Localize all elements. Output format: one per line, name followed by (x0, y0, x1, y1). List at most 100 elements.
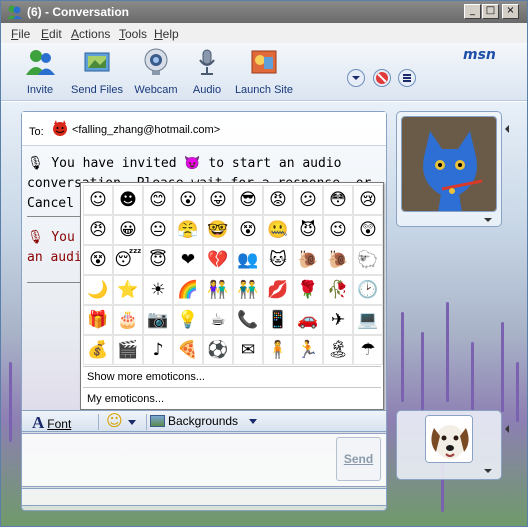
webcam-button[interactable]: Webcam (133, 47, 179, 96)
emoticon-cell[interactable]: 😳 (323, 185, 353, 215)
emoticon-cell[interactable]: 🐌 (293, 245, 323, 275)
emoticon-cell[interactable]: 🍕 (173, 335, 203, 365)
menu-actions[interactable]: Actions (71, 27, 110, 41)
contact-list-button[interactable] (398, 69, 416, 87)
menu-bar: File Edit Actions Tools Help (1, 23, 527, 43)
emoticon-cell[interactable]: 😛 (203, 185, 233, 215)
emoticon-cell[interactable]: 📞 (233, 305, 263, 335)
send-files-button[interactable]: Send Files (69, 47, 125, 96)
emoticon-cell[interactable]: 😎 (233, 185, 263, 215)
emoticon-cell[interactable]: 💔 (203, 245, 233, 275)
backgrounds-button[interactable]: Backgrounds (150, 414, 258, 428)
chevron-down-icon[interactable] (484, 469, 492, 473)
emoticon-cell[interactable]: ✈ (323, 305, 353, 335)
emoticon-cell[interactable]: 📷 (143, 305, 173, 335)
recipient-email[interactable]: <falling_zhang@hotmail.com> (72, 124, 220, 136)
emoticon-cell[interactable]: ✉ (233, 335, 263, 365)
emoticon-cell[interactable]: 😉 (323, 215, 353, 245)
emoticon-button[interactable]: ☺ (104, 411, 142, 430)
emoticon-cell[interactable]: 😲 (353, 215, 383, 245)
emoticon-cell[interactable]: 🤓 (203, 215, 233, 245)
emoticon-cell[interactable]: ☂ (353, 335, 383, 365)
emoticon-cell[interactable]: 😵 (233, 215, 263, 245)
emoticon-cell[interactable]: 👥 (233, 245, 263, 275)
emoticon-cell[interactable]: 🐑 (353, 245, 383, 275)
menu-tools[interactable]: Tools (119, 27, 147, 41)
emoticon-cell[interactable]: ⚽ (203, 335, 233, 365)
audio-button[interactable]: Audio (189, 47, 225, 96)
emoticon-cell[interactable]: ☀ (143, 275, 173, 305)
emoticon-cell[interactable]: 📱 (263, 305, 293, 335)
chevron-down-icon[interactable] (484, 218, 492, 222)
window-title: (6) - Conversation (27, 5, 130, 19)
show-more-emoticons[interactable]: Show more emoticons... (87, 371, 205, 383)
emoticon-cell[interactable]: ☕ (203, 305, 233, 335)
launch-site-button[interactable]: Launch Site (233, 47, 295, 96)
title-bar[interactable]: (6) - Conversation _ □ × (1, 1, 527, 23)
microphone-icon: 🎙 (27, 230, 44, 245)
emoticon-cell[interactable]: 😠 (83, 215, 113, 245)
emoticon-cell[interactable]: 🤐 (263, 215, 293, 245)
emoticon-cell[interactable]: 😤 (173, 215, 203, 245)
emoticon-cell[interactable]: 💡 (173, 305, 203, 335)
maximize-button[interactable]: □ (482, 4, 499, 19)
emoticon-cell[interactable]: 😢 (353, 185, 383, 215)
my-emoticons[interactable]: My emoticons... (87, 393, 164, 405)
menu-help[interactable]: Help (154, 27, 179, 41)
emoticon-cell[interactable]: 🏃 (293, 335, 323, 365)
toolbar-separator (98, 414, 99, 430)
emoticon-cell[interactable]: ☻ (113, 185, 143, 215)
emoticon-cell[interactable]: 🕑 (353, 275, 383, 305)
chevron-left-icon[interactable] (505, 125, 509, 133)
menu-file[interactable]: File (11, 27, 30, 41)
emoticon-cell[interactable]: 🌙 (83, 275, 113, 305)
emoticon-cell[interactable]: 😴 (113, 245, 143, 275)
chevron-left-icon[interactable] (505, 425, 509, 433)
send-button[interactable]: Send (336, 437, 381, 481)
close-button[interactable]: × (502, 4, 519, 19)
block-menu-button[interactable] (347, 69, 365, 87)
emoticon-cell[interactable]: 🧍 (263, 335, 293, 365)
lavender-stem (446, 302, 449, 402)
contact-display-picture[interactable] (401, 116, 497, 212)
emoticon-cell[interactable]: 😊 (143, 185, 173, 215)
message-input[interactable] (21, 433, 387, 487)
menu-edit[interactable]: Edit (41, 27, 62, 41)
status-bar (21, 488, 387, 506)
emoticon-cell[interactable]: 😇 (143, 245, 173, 275)
emoticon-cell[interactable]: ☺ (83, 185, 113, 215)
emoticon-cell[interactable]: 🏝 (323, 335, 353, 365)
emoticon-cell[interactable]: 🥀 (323, 275, 353, 305)
emoticon-cell[interactable]: 👫 (203, 275, 233, 305)
emoticon-cell[interactable]: 💋 (263, 275, 293, 305)
emoticon-cell[interactable]: 😮 (173, 185, 203, 215)
my-display-picture[interactable] (425, 415, 473, 463)
emoticon-cell[interactable]: 🐱 (263, 245, 293, 275)
font-button[interactable]: A Font (32, 413, 71, 433)
emoticon-cell[interactable]: 🌈 (173, 275, 203, 305)
launch-site-icon (251, 50, 277, 74)
emoticon-cell[interactable]: 😈 (293, 215, 323, 245)
emoticon-cell[interactable]: 🎁 (83, 305, 113, 335)
menu-help-accel: H (154, 27, 163, 41)
emoticon-cell[interactable]: 😵 (83, 245, 113, 275)
emoticon-cell[interactable]: 🐌 (323, 245, 353, 275)
emoticon-cell[interactable]: 😀 (113, 215, 143, 245)
emoticon-cell[interactable]: ♪ (143, 335, 173, 365)
emoticon-cell[interactable]: 🌹 (293, 275, 323, 305)
block-button[interactable] (373, 69, 391, 87)
emoticon-cell[interactable]: 👬 (233, 275, 263, 305)
emoticon-cell[interactable]: 😕 (293, 185, 323, 215)
emoticon-cell[interactable]: 🎬 (113, 335, 143, 365)
emoticon-cell[interactable]: 😡 (263, 185, 293, 215)
emoticon-cell[interactable]: ❤ (173, 245, 203, 275)
backgrounds-icon (150, 415, 165, 427)
invite-button[interactable]: Invite (21, 47, 59, 96)
emoticon-cell[interactable]: 💰 (83, 335, 113, 365)
emoticon-cell[interactable]: 💻 (353, 305, 383, 335)
emoticon-cell[interactable]: 😐 (143, 215, 173, 245)
minimize-button[interactable]: _ (464, 4, 481, 19)
emoticon-cell[interactable]: 🎂 (113, 305, 143, 335)
emoticon-cell[interactable]: ⭐ (113, 275, 143, 305)
emoticon-cell[interactable]: 🚗 (293, 305, 323, 335)
